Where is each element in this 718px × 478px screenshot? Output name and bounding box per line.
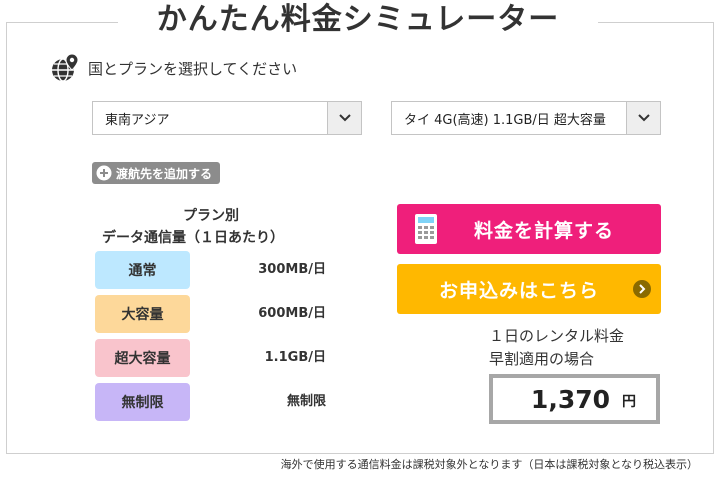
country-select-value: 東南アジア: [105, 112, 170, 128]
country-select-toggle[interactable]: [327, 102, 361, 134]
plan-heading-line1: プラン別: [183, 208, 239, 224]
country-select[interactable]: 東南アジア: [92, 101, 362, 135]
calculator-icon: [415, 214, 437, 244]
add-destination-button[interactable]: 渡航先を追加する: [92, 162, 221, 184]
plan-select-value: タイ 4G(高速) 1.1GB/日 超大容量: [404, 112, 606, 128]
rental-fee-label: １日のレンタル料金 早割適用の場合: [489, 325, 659, 371]
chevron-down-icon: [338, 114, 351, 122]
price-unit: 円: [622, 394, 636, 410]
plan-row-standard: 通常 300MB/日: [95, 251, 330, 289]
rental-fee-line1: １日のレンタル料金: [489, 327, 625, 345]
plan-badge: 大容量: [95, 295, 190, 333]
section-label: 国とプランを選択してください: [88, 59, 298, 78]
plus-circle-icon: [96, 165, 112, 181]
section-header: 国とプランを選択してください: [50, 52, 297, 84]
plan-heading-line2: データ通信量（１日あたり）: [102, 230, 284, 246]
plan-badge: 超大容量: [95, 339, 190, 377]
plan-row-unlimited: 無制限 無制限: [95, 383, 330, 421]
plan-select-toggle[interactable]: [626, 102, 660, 134]
plan-amount: 1.1GB/日: [264, 350, 326, 365]
plan-badge: 無制限: [95, 383, 190, 421]
rental-fee-line2: 早割適用の場合: [489, 350, 595, 368]
plan-amount: 無制限: [286, 394, 326, 409]
plan-badge: 通常: [95, 251, 190, 289]
plan-row-extra-large: 超大容量 1.1GB/日: [95, 339, 330, 377]
apply-button-label: お申込みはこちら: [438, 279, 599, 302]
price-display: 1,370 円: [489, 374, 660, 424]
globe-pin-icon: [52, 53, 79, 82]
plan-amount: 300MB/日: [258, 262, 326, 277]
apply-button[interactable]: お申込みはこちら: [397, 264, 661, 314]
plan-table-heading: プラン別 データ通信量（１日あたり）: [96, 205, 326, 249]
add-destination-label: 渡航先を追加する: [116, 166, 213, 181]
tax-footnote: 海外で使用する通信料金は課税対象外となります（日本は課税対象となり税込表示）: [280, 458, 698, 471]
calculate-button[interactable]: 料金を計算する: [397, 204, 661, 254]
plan-amount: 600MB/日: [258, 306, 326, 321]
plan-row-large: 大容量 600MB/日: [95, 295, 330, 333]
page-title: かんたん料金シミュレーター: [118, 0, 598, 40]
arrow-right-circle-icon: [633, 280, 651, 298]
chevron-down-icon: [637, 114, 650, 122]
plan-select[interactable]: タイ 4G(高速) 1.1GB/日 超大容量: [391, 101, 661, 135]
price-amount: 1,370: [530, 384, 610, 414]
